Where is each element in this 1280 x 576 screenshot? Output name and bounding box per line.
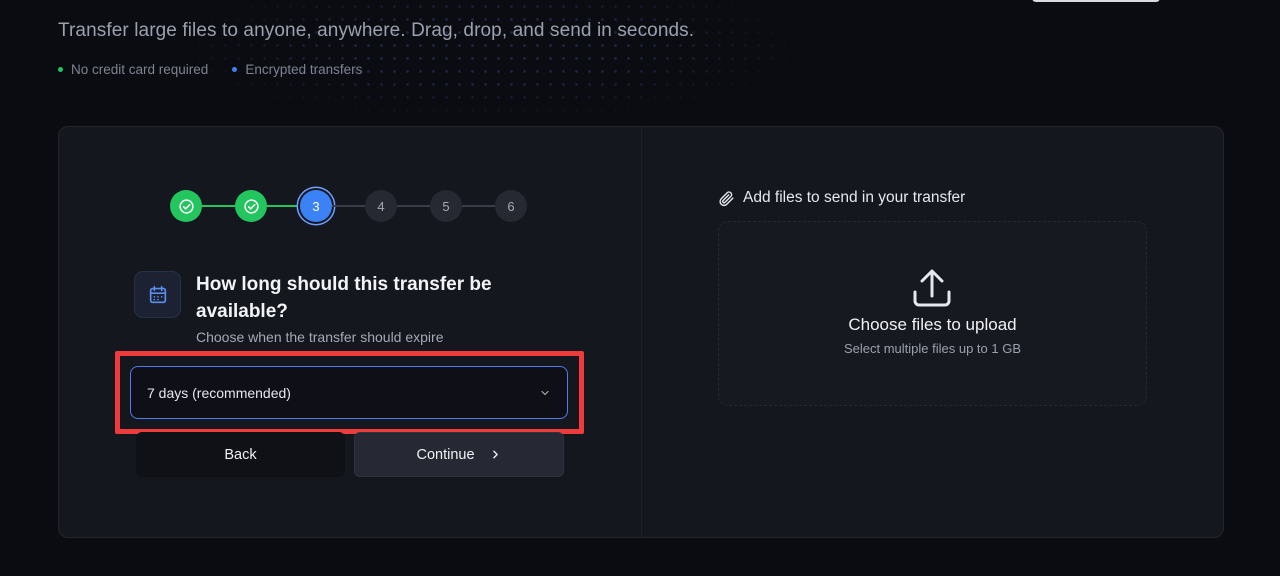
step-connector — [267, 205, 300, 207]
step-connector — [202, 205, 235, 207]
feature-label: No credit card required — [71, 62, 209, 77]
question-icon-box — [134, 271, 181, 318]
step-6[interactable]: 6 — [495, 190, 527, 222]
files-label-text: Add files to send in your transfer — [743, 189, 966, 206]
step-5[interactable]: 5 — [430, 190, 462, 222]
step-number: 3 — [312, 198, 320, 214]
status-dot-icon — [58, 67, 63, 72]
card-divider — [641, 126, 642, 538]
check-circle-icon — [243, 198, 259, 214]
question-title: How long should this transfer be availab… — [196, 274, 492, 322]
paperclip-icon — [719, 190, 734, 206]
feature-encrypted: Encrypted transfers — [232, 62, 362, 77]
upload-icon — [913, 269, 951, 307]
question-subtitle: Choose when the transfer should expire — [196, 329, 444, 345]
feature-label: Encrypted transfers — [245, 62, 363, 77]
step-number: 6 — [507, 198, 515, 214]
status-dot-icon — [232, 67, 238, 72]
page: Transfer large files to anyone, anywhere… — [0, 0, 1280, 576]
dropzone-subtitle: Select multiple files up to 1 GB — [843, 341, 1022, 356]
step-connector — [462, 205, 495, 207]
files-section-label: Add files to send in your transfer — [718, 189, 965, 207]
continue-button-label: Continue — [416, 446, 475, 463]
expiry-select-value: 7 days (recommended) — [147, 384, 291, 401]
step-3-current[interactable]: 3 — [300, 190, 332, 222]
step-2-completed[interactable] — [235, 190, 267, 222]
chevron-right-icon — [492, 450, 498, 459]
dropzone-title: Choose files to upload — [848, 315, 1017, 334]
step-number: 5 — [442, 198, 450, 214]
feature-no-credit-card: No credit card required — [58, 62, 208, 77]
step-number: 4 — [377, 198, 385, 214]
step-connector — [332, 205, 365, 207]
check-circle-icon — [178, 198, 194, 214]
step-4[interactable]: 4 — [365, 190, 397, 222]
continue-button[interactable]: Continue — [354, 432, 564, 477]
step-connector — [397, 205, 430, 207]
progress-stepper: 3 4 5 6 — [170, 190, 527, 222]
dotted-background — [180, 0, 800, 120]
calendar-icon — [149, 285, 166, 303]
chevron-down-icon — [541, 390, 549, 395]
tagline: Transfer large files to anyone, anywhere… — [58, 20, 695, 41]
step-1-completed[interactable] — [170, 190, 202, 222]
file-dropzone[interactable] — [718, 221, 1147, 406]
expiry-select[interactable]: 7 days (recommended) — [130, 366, 568, 419]
top-nav-button[interactable] — [1032, 0, 1160, 2]
feature-list: No credit card required Encrypted transf… — [58, 62, 362, 77]
back-button-label: Back — [224, 446, 257, 463]
back-button[interactable]: Back — [136, 432, 345, 477]
